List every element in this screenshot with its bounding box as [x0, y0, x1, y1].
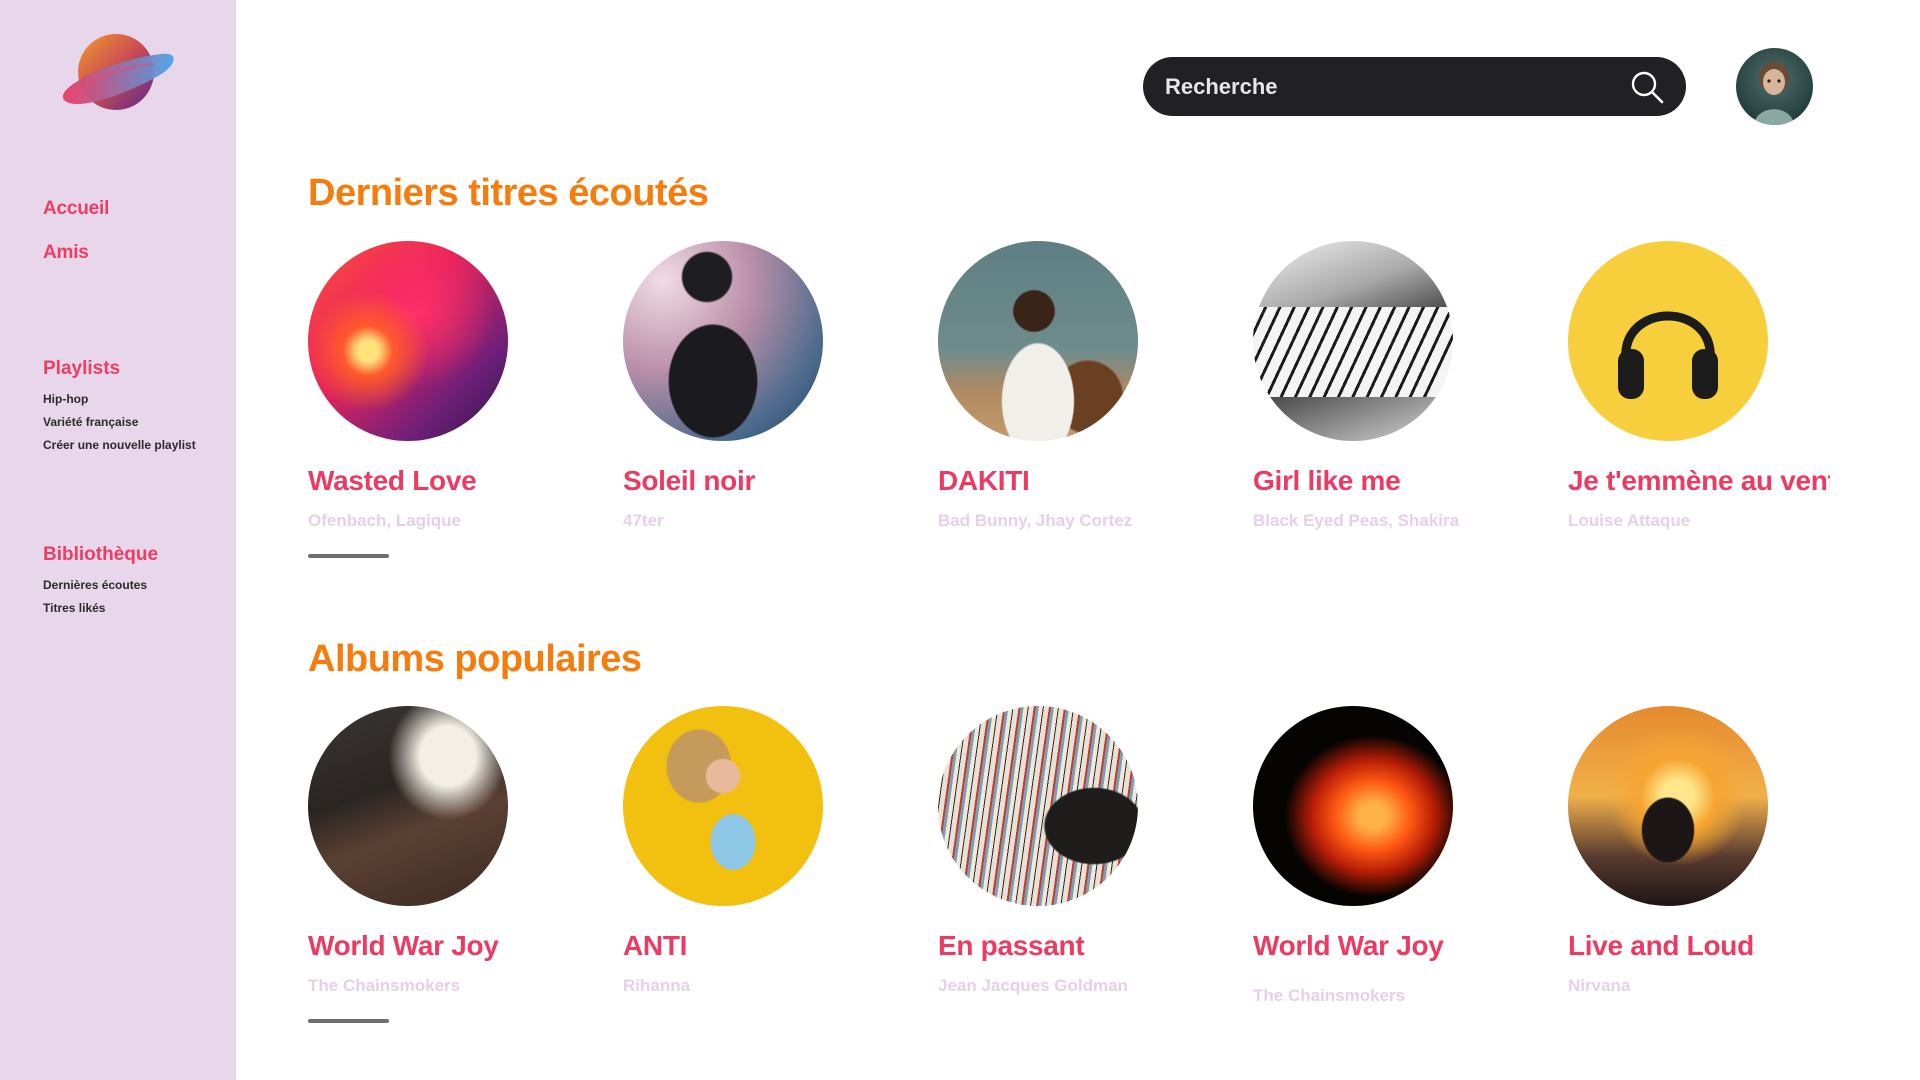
albums-scroll-indicator[interactable] — [308, 1019, 389, 1023]
drummer-cover[interactable] — [938, 241, 1138, 441]
track-title[interactable]: Wasted Love — [308, 465, 570, 497]
recent-section-title: Derniers titres écoutés — [308, 172, 709, 214]
playlists-group: Playlists Hip-hop Variété française Crée… — [43, 358, 196, 461]
nav-item-amis[interactable]: Amis — [43, 242, 109, 264]
vinyl-records-cover[interactable] — [938, 706, 1138, 906]
track-artist[interactable]: Ofenbach, Lagique — [308, 511, 608, 531]
track-title[interactable]: Je t'emmène au vent — [1568, 465, 1830, 497]
album-card[interactable]: Live and Loud Nirvana — [1568, 706, 1868, 996]
album-card[interactable]: World War Joy The Chainsmokers — [1253, 706, 1553, 1006]
album-artist[interactable]: The Chainsmokers — [308, 976, 608, 996]
burning-guitar-cover[interactable] — [1253, 706, 1453, 906]
album-artist[interactable]: The Chainsmokers — [1253, 986, 1553, 1006]
track-card[interactable]: Girl like me Black Eyed Peas, Shakira — [1253, 241, 1553, 531]
album-title[interactable]: Live and Loud — [1568, 930, 1830, 962]
playlists-title[interactable]: Playlists — [43, 358, 196, 380]
album-title[interactable]: En passant — [938, 930, 1200, 962]
child-portrait-icon — [1754, 62, 1794, 125]
playlist-item-variete[interactable]: Variété française — [43, 415, 196, 429]
create-playlist-link[interactable]: Créer une nouvelle playlist — [43, 438, 196, 452]
album-artist[interactable]: Jean Jacques Goldman — [938, 976, 1238, 996]
track-card[interactable]: DAKITI Bad Bunny, Jhay Cortez — [938, 241, 1238, 531]
album-title[interactable]: World War Joy — [308, 930, 570, 962]
track-artist[interactable]: Bad Bunny, Jhay Cortez — [938, 511, 1238, 531]
recent-scroll-indicator[interactable] — [308, 554, 389, 558]
library-group: Bibliothèque Dernières écoutes Titres li… — [43, 544, 158, 624]
studio-room-cover[interactable] — [308, 706, 508, 906]
playlist-item-hiphop[interactable]: Hip-hop — [43, 392, 196, 406]
planet-logo-icon[interactable] — [58, 28, 178, 118]
search-bar — [1143, 57, 1686, 116]
track-card[interactable]: Wasted Love Ofenbach, Lagique — [308, 241, 608, 531]
track-card[interactable]: Soleil noir 47ter — [623, 241, 923, 531]
headphones-cover[interactable] — [1568, 241, 1768, 441]
album-card[interactable]: World War Joy The Chainsmokers — [308, 706, 608, 996]
albums-section-title: Albums populaires — [308, 638, 642, 680]
album-artist[interactable]: Nirvana — [1568, 976, 1868, 996]
track-artist[interactable]: Louise Attaque — [1568, 511, 1868, 531]
user-avatar[interactable] — [1736, 48, 1813, 125]
album-title[interactable]: ANTI — [623, 930, 885, 962]
track-artist[interactable]: 47ter — [623, 511, 923, 531]
library-title[interactable]: Bibliothèque — [43, 544, 158, 566]
album-artist[interactable]: Rihanna — [623, 976, 923, 996]
search-icon[interactable] — [1630, 70, 1664, 104]
main-nav: Accueil Amis — [43, 198, 109, 286]
album-card[interactable]: En passant Jean Jacques Goldman — [938, 706, 1238, 996]
track-title[interactable]: Soleil noir — [623, 465, 885, 497]
woman-headphones-cover[interactable] — [623, 706, 823, 906]
track-artist[interactable]: Black Eyed Peas, Shakira — [1253, 511, 1553, 531]
album-card[interactable]: ANTI Rihanna — [623, 706, 923, 996]
nav-item-accueil[interactable]: Accueil — [43, 198, 109, 220]
library-item-liked[interactable]: Titres likés — [43, 601, 158, 615]
track-card[interactable]: Je t'emmène au vent Louise Attaque — [1568, 241, 1868, 531]
track-title[interactable]: DAKITI — [938, 465, 1200, 497]
singer-silhouette-cover[interactable] — [623, 241, 823, 441]
sunset-guitarists-cover[interactable] — [1568, 706, 1768, 906]
concert-lights-cover[interactable] — [308, 241, 508, 441]
track-title[interactable]: Girl like me — [1253, 465, 1515, 497]
recent-tracks-row: Wasted Love Ofenbach, Lagique Soleil noi… — [308, 241, 1830, 541]
sidebar: Accueil Amis Playlists Hip-hop Variété f… — [0, 0, 236, 1080]
piano-keys-cover[interactable] — [1253, 241, 1453, 441]
library-item-recent[interactable]: Dernières écoutes — [43, 578, 158, 592]
search-input[interactable] — [1165, 57, 1605, 116]
headphones-icon — [1618, 311, 1718, 399]
album-title[interactable]: World War Joy — [1253, 930, 1515, 962]
popular-albums-row: World War Joy The Chainsmokers ANTI Riha… — [308, 706, 1808, 1006]
